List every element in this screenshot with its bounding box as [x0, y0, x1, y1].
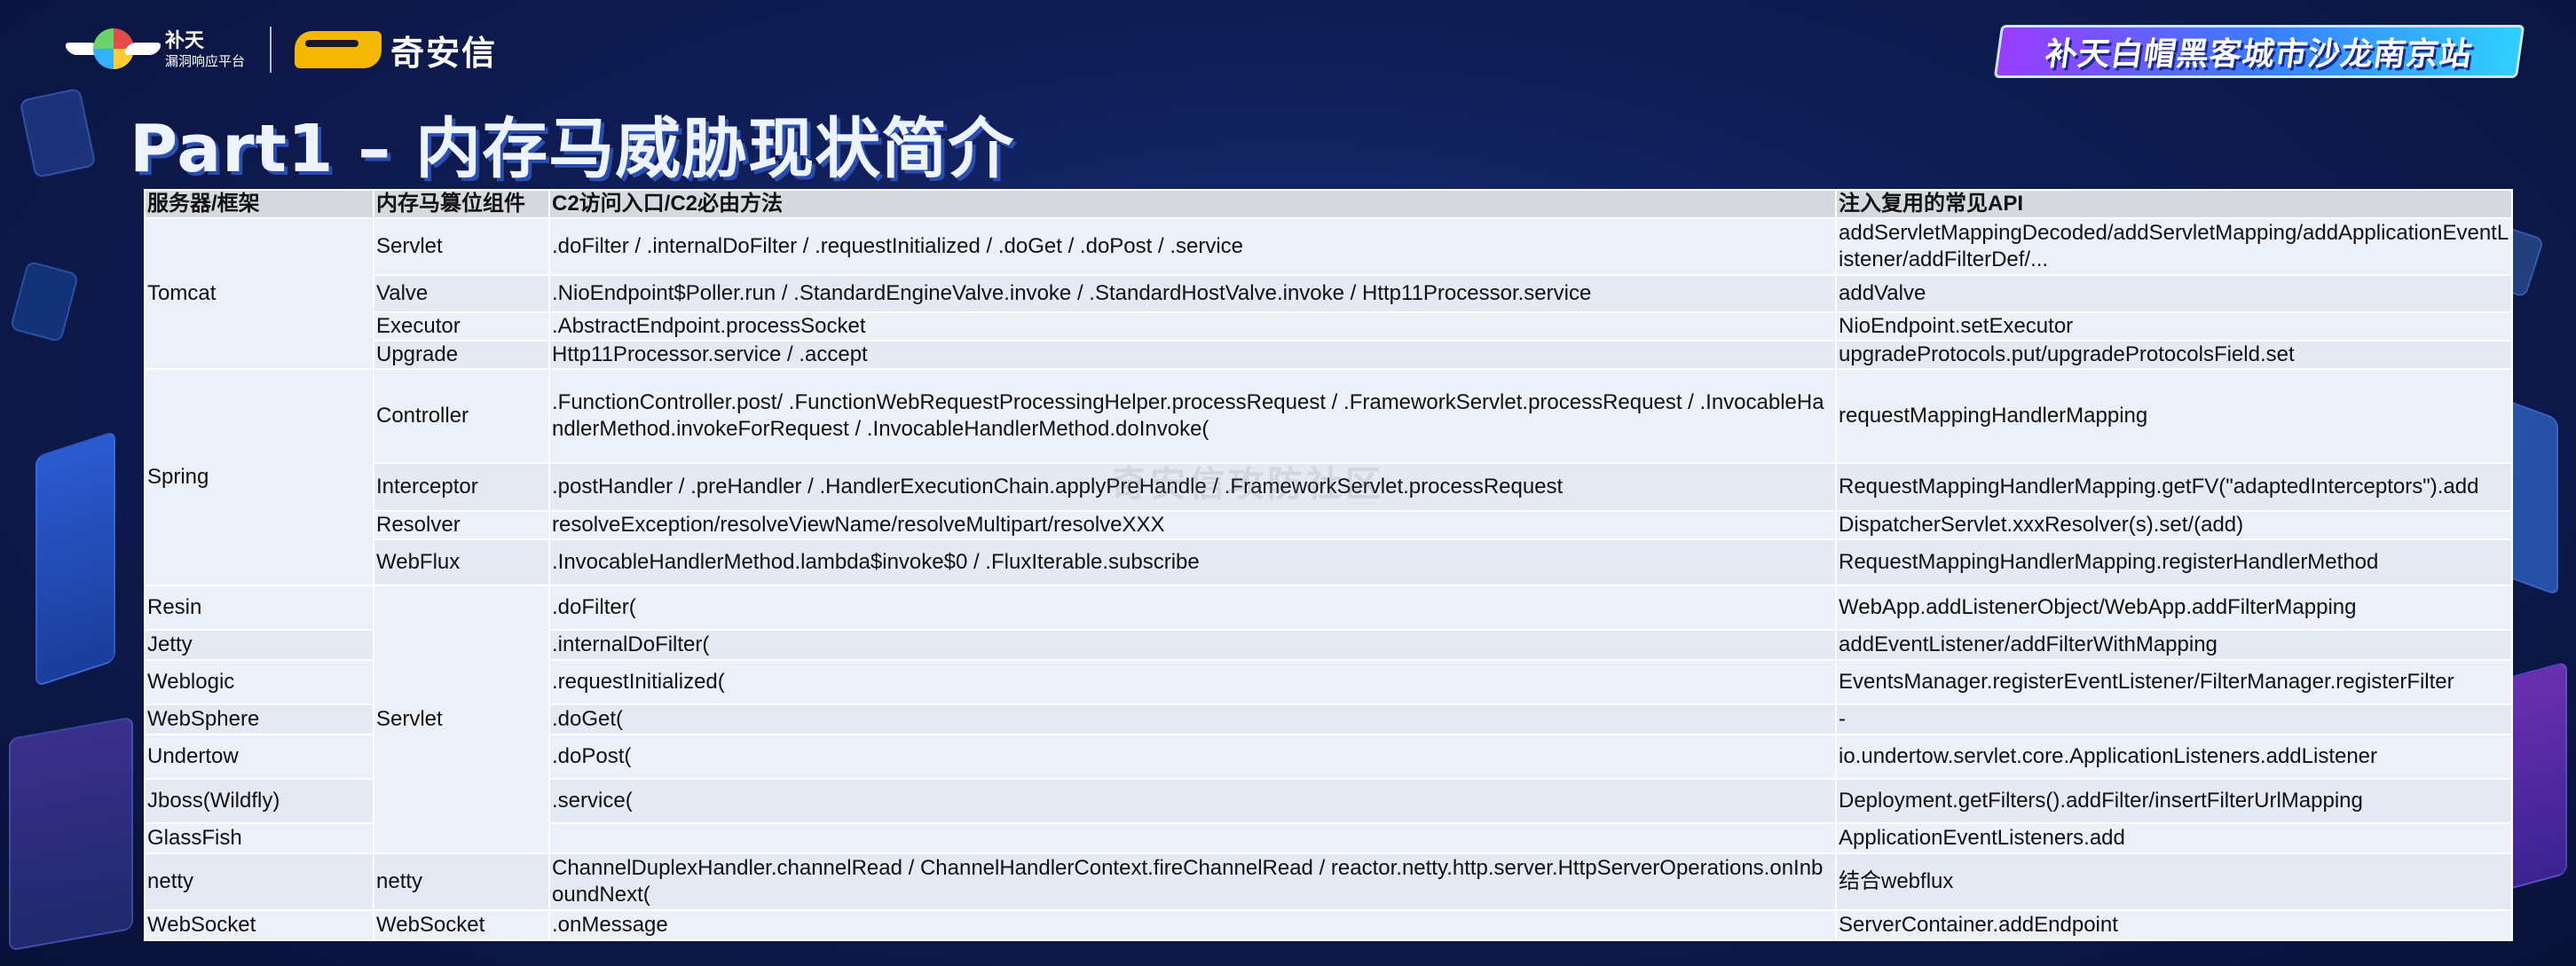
framework-cell: Weblogic [144, 659, 374, 705]
qax-logo-icon [295, 31, 382, 68]
table-row: Executor .AbstractEndpoint.processSocket… [145, 311, 2513, 342]
framework-cell: netty [144, 852, 374, 911]
table-row: Tomcat Servlet .doFilter / .internalDoFi… [144, 217, 2513, 370]
logo-line1: 补天 [165, 29, 205, 52]
table-row: Spring Controller .FunctionController.po… [144, 368, 2513, 586]
api-cell: WebApp.addListenerObject/WebApp.addFilte… [1835, 585, 2513, 631]
col-header-framework: 服务器/框架 [144, 189, 374, 219]
decorative-chip-shape [9, 260, 80, 343]
framework-cell: Undertow [144, 734, 374, 780]
api-cell: ServerContainer.addEndpoint [1835, 909, 2513, 941]
api-cell: - [1835, 703, 2513, 735]
component-cell: Executor [373, 311, 550, 342]
col-header-entry: C2访问入口/C2必由方法 [548, 189, 1837, 219]
table-row: Interceptor .postHandler / .preHandler /… [145, 462, 2513, 512]
entry-cell: .internalDoFilter( [548, 629, 1837, 661]
component-cell: netty [373, 852, 550, 911]
table-header-row: 服务器/框架 内存马篡位组件 C2访问入口/C2必由方法 注入复用的常见API [144, 189, 2513, 219]
entry-cell: .doFilter / .internalDoFilter / .request… [548, 217, 1837, 276]
decorative-device-shape [19, 87, 97, 179]
component-cell: Interceptor [373, 462, 550, 512]
framework-cell: WebSphere [144, 703, 374, 735]
api-cell: ApplicationEventListeners.add [1835, 822, 2513, 854]
butian-logo-icon [62, 25, 164, 75]
api-cell: io.undertow.servlet.core.ApplicationList… [1835, 734, 2513, 780]
component-cell: Servlet [373, 585, 550, 854]
api-cell: 结合webflux [1835, 852, 2513, 911]
api-cell: RequestMappingHandlerMapping.registerHan… [1835, 538, 2513, 586]
table-row: WebSocket WebSocket .onMessage ServerCon… [144, 909, 2513, 941]
event-banner-text: 补天白帽黑客城市沙龙南京站 [2043, 36, 2475, 73]
butian-logo-text: 补天 漏洞响应平台 [165, 30, 245, 69]
api-cell: addValve [1835, 274, 2513, 313]
component-cell: WebFlux [373, 538, 550, 586]
table-row: netty netty ChannelDuplexHandler.channel… [144, 852, 2513, 911]
entry-cell: .AbstractEndpoint.processSocket [548, 311, 1837, 342]
component-cell: Valve [373, 274, 550, 313]
api-cell: addServletMappingDecoded/addServletMappi… [1835, 217, 2513, 276]
api-cell: NioEndpoint.setExecutor [1835, 311, 2513, 342]
entry-cell: .requestInitialized( [548, 659, 1837, 705]
component-cell: WebSocket [373, 909, 550, 941]
decorative-tower-shape [35, 430, 115, 687]
decorative-computer-shape [9, 716, 133, 952]
table-row: Resolver resolveException/resolveViewNam… [145, 510, 2513, 540]
entry-cell: .FunctionController.post/ .FunctionWebRe… [548, 368, 1837, 464]
api-cell: requestMappingHandlerMapping [1835, 368, 2513, 464]
framework-cell: Resin [144, 585, 374, 631]
framework-cell: Jboss(Wildfly) [144, 778, 374, 824]
entry-cell: .InvocableHandlerMethod.lambda$invoke$0 … [548, 538, 1837, 586]
api-cell: Deployment.getFilters().addFilter/insert… [1835, 778, 2513, 824]
logo-line2: 漏洞响应平台 [165, 53, 246, 70]
table-row: Valve .NioEndpoint$Poller.run / .Standar… [145, 274, 2513, 313]
entry-cell: .doFilter( [548, 585, 1837, 631]
entry-cell: resolveException/resolveViewName/resolve… [548, 510, 1837, 540]
entry-cell: .NioEndpoint$Poller.run / .StandardEngin… [548, 274, 1837, 313]
framework-cell: GlassFish [144, 822, 374, 854]
col-header-api: 注入复用的常见API [1835, 189, 2513, 219]
entry-cell: .postHandler / .preHandler / .HandlerExe… [548, 462, 1837, 512]
component-cell: Controller [373, 368, 550, 464]
entry-cell: .doGet( [548, 703, 1837, 735]
framework-cell: WebSocket [144, 909, 374, 941]
entry-cell: .onMessage [548, 909, 1837, 941]
entry-cell [548, 822, 1837, 854]
framework-cell: Jetty [144, 629, 374, 661]
entry-cell: .doPost( [548, 734, 1837, 780]
api-cell: RequestMappingHandlerMapping.getFV("adap… [1835, 462, 2513, 512]
framework-cell: Spring [144, 368, 374, 586]
event-banner: 补天白帽黑客城市沙龙南京站 [1993, 25, 2525, 78]
page-title: Part1 – 内存马威胁现状简介 [130, 111, 1015, 187]
header-logos: 补天 漏洞响应平台 奇安信 [62, 23, 498, 76]
entry-cell: Http11Processor.service / .accept [548, 340, 1837, 370]
col-header-component: 内存马篡位组件 [373, 189, 550, 219]
table-row: WebFlux .InvocableHandlerMethod.lambda$i… [145, 538, 2513, 586]
api-cell: EventsManager.registerEventListener/Filt… [1835, 659, 2513, 705]
component-cell: Servlet [373, 217, 550, 276]
logo-divider [270, 27, 272, 73]
memshell-table: 服务器/框架 内存马篡位组件 C2访问入口/C2必由方法 注入复用的常见API … [144, 189, 2513, 941]
framework-cell: Tomcat [144, 217, 374, 370]
api-cell: DispatcherServlet.xxxResolver(s).set/(ad… [1835, 510, 2513, 540]
component-cell: Resolver [373, 510, 550, 540]
table-row: Upgrade Http11Processor.service / .accep… [145, 340, 2513, 370]
partner-name: 奇安信 [390, 33, 498, 73]
entry-cell: .service( [548, 778, 1837, 824]
table-row: Resin Servlet .doFilter( WebApp.addListe… [144, 585, 2513, 854]
api-cell: addEventListener/addFilterWithMapping [1835, 629, 2513, 661]
api-cell: upgradeProtocols.put/upgradeProtocolsFie… [1835, 340, 2513, 370]
component-cell: Upgrade [373, 340, 550, 370]
entry-cell: ChannelDuplexHandler.channelRead / Chann… [548, 852, 1837, 911]
